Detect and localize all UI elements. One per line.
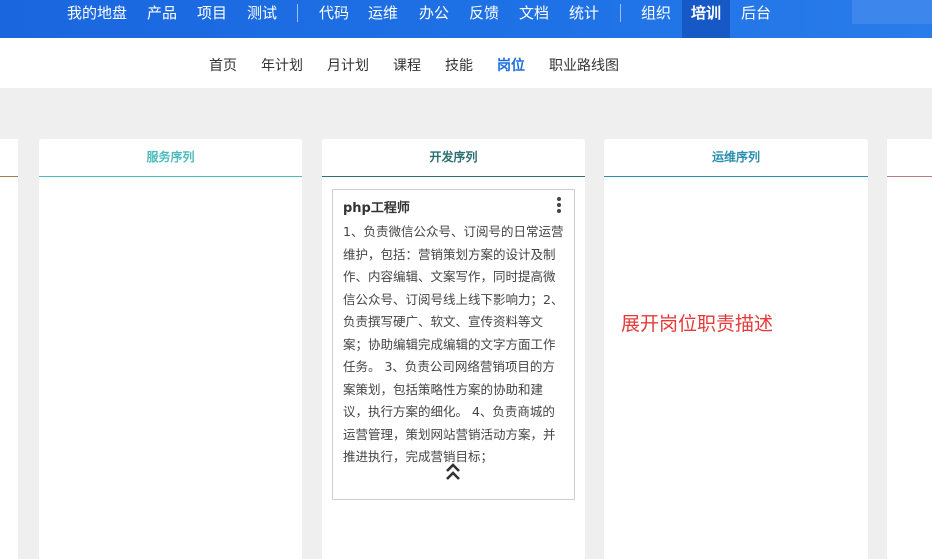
subnav-item-career-path[interactable]: 职业路线图 [549,55,619,75]
top-nav: 我的地盘 产品 项目 测试 代码 运维 办公 反馈 文档 统计 组织 培训 后台 [0,0,932,38]
column-title[interactable]: 服务序列 [39,139,302,177]
subnav-item-monthly-plan[interactable]: 月计划 [327,55,369,75]
position-title[interactable]: php工程师 [343,197,410,216]
nav-item-admin[interactable]: 后台 [741,0,771,26]
nav-item-code[interactable]: 代码 [319,0,349,26]
column-divider [887,176,932,177]
nav-item-docs[interactable]: 文档 [519,0,549,26]
column-partial-left [0,139,18,559]
column-service: 服务序列 [39,139,302,559]
subnav-item-home[interactable]: 首页 [209,55,237,75]
column-divider [0,176,18,177]
sub-nav: 首页 年计划 月计划 课程 技能 岗位 职业路线图 [0,38,932,88]
chevron-double-up-icon[interactable] [444,462,462,482]
column-operations: 运维序列 [604,139,868,559]
search-box[interactable] [852,0,932,24]
nav-item-stats[interactable]: 统计 [569,0,599,26]
column-title[interactable]: 开发序列 [322,139,585,177]
subnav-item-positions[interactable]: 岗位 [497,55,525,75]
subnav-item-skills[interactable]: 技能 [445,55,473,75]
nav-item-project[interactable]: 项目 [197,0,227,26]
nav-item-office[interactable]: 办公 [419,0,449,26]
nav-item-ops[interactable]: 运维 [368,0,398,26]
column-title[interactable]: 运维序列 [604,139,868,177]
annotation-text: 展开岗位职责描述 [621,313,774,335]
nav-item-training[interactable]: 培训 [682,0,731,38]
nav-divider [620,4,621,22]
nav-item-test[interactable]: 测试 [247,0,277,26]
position-card[interactable]: php工程师 1、负责微信公众号、订阅号的日常运营维护，包括：营销策划方案的设计… [332,189,575,500]
more-vertical-icon[interactable] [556,197,562,215]
subnav-item-annual-plan[interactable]: 年计划 [261,55,303,75]
subnav-item-courses[interactable]: 课程 [393,55,421,75]
nav-item-org[interactable]: 组织 [641,0,671,26]
position-description: 1、负责微信公众号、订阅号的日常运营维护，包括：营销策划方案的设计及制作、内容编… [343,224,564,464]
column-partial-right [887,139,932,559]
nav-item-feedback[interactable]: 反馈 [469,0,499,26]
nav-item-my-dashboard[interactable]: 我的地盘 [67,0,127,26]
nav-divider [297,4,298,22]
nav-item-product[interactable]: 产品 [147,0,177,26]
